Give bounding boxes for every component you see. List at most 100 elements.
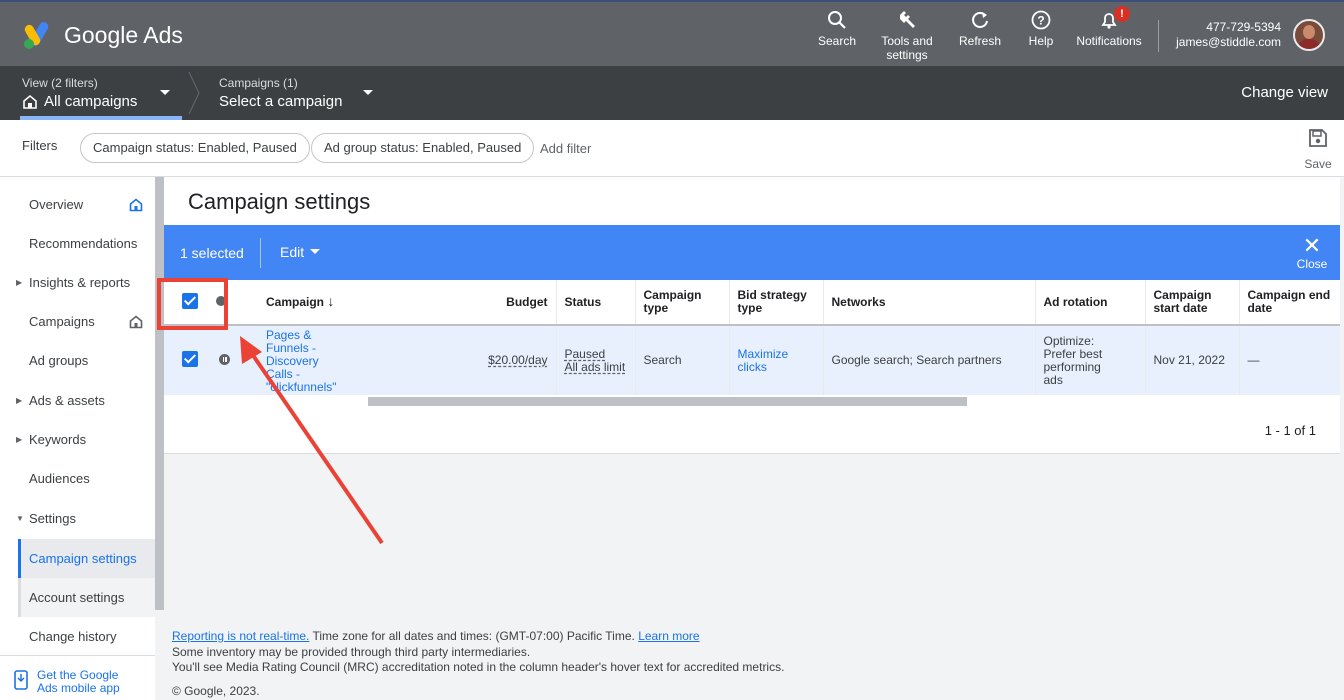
start-date-cell: Nov 21, 2022 xyxy=(1145,325,1240,395)
learn-more-link[interactable]: Learn more xyxy=(638,629,699,643)
column-header-campaign[interactable]: Campaign ↓ xyxy=(258,280,368,326)
campaign-count: Campaigns (1) xyxy=(219,76,298,90)
search-button[interactable]: Search xyxy=(812,10,862,48)
sidebar-navigation: Overview Recommendations ▶ Insights & rep… xyxy=(0,177,155,700)
bid-strategy-line-1[interactable]: Maximize xyxy=(738,347,789,361)
campaign-selector-label: Select a campaign xyxy=(219,93,343,110)
budget-value[interactable]: $20.00/day xyxy=(488,353,547,367)
sidebar-item-label: Ads & assets xyxy=(29,393,105,408)
mobile-app-line-2: Ads mobile app xyxy=(37,681,120,695)
get-mobile-app-link[interactable]: Get the Google Ads mobile app xyxy=(0,655,155,700)
footer-notes: Reporting is not real-time. Time zone fo… xyxy=(172,629,784,676)
horizontal-scrollbar[interactable] xyxy=(368,397,967,406)
annotation-arrow-icon xyxy=(240,336,384,545)
filter-chip-ad-group-status[interactable]: Ad group status: Enabled, Paused xyxy=(311,133,535,163)
column-header-bid-strategy[interactable]: Bid strategy type xyxy=(729,280,824,326)
row-select-cell[interactable] xyxy=(164,325,208,395)
sidebar-item-change-history[interactable]: Change history xyxy=(18,617,155,656)
save-label: Save xyxy=(1304,157,1332,171)
account-info[interactable]: 477-729-5394 james@stiddle.com xyxy=(1176,20,1281,50)
bid-header-2: type xyxy=(737,301,763,315)
sidebar-item-recommendations[interactable]: Recommendations xyxy=(18,224,155,263)
column-header-campaign-type[interactable]: Campaign type xyxy=(635,280,730,326)
home-icon xyxy=(23,94,37,109)
add-filter-button[interactable]: Add filter xyxy=(540,141,591,156)
bid-header-1: Bid strategy xyxy=(737,288,807,302)
mobile-app-line-1: Get the Google xyxy=(37,668,119,682)
rotation-line-1: Optimize: xyxy=(1043,333,1095,348)
refresh-icon xyxy=(972,12,988,28)
sidebar-item-label: Recommendations xyxy=(29,236,138,251)
ad-rotation-cell: Optimize: Prefer best performing ads xyxy=(1035,325,1146,395)
notification-badge: ! xyxy=(1114,6,1130,22)
status-cell[interactable]: Paused All ads limit xyxy=(556,325,636,395)
home-icon xyxy=(129,198,143,212)
header-divider xyxy=(1158,20,1159,52)
sidebar-item-campaigns[interactable]: Campaigns xyxy=(18,302,155,341)
view-dropdown-caret-icon[interactable] xyxy=(160,90,170,95)
sidebar-item-keywords[interactable]: ▶ Keywords xyxy=(16,420,155,459)
wrench-icon xyxy=(900,11,915,28)
bid-strategy-line-2[interactable]: clicks xyxy=(738,360,767,374)
reporting-link[interactable]: Reporting is not real-time. xyxy=(172,629,309,643)
google-ads-logo-icon[interactable] xyxy=(22,20,54,50)
change-view-button[interactable]: Change view xyxy=(1241,84,1328,101)
campaign-selector[interactable]: Campaigns (1) Select a campaign xyxy=(219,76,342,112)
help-button[interactable]: ? Help xyxy=(1022,10,1060,48)
search-label: Search xyxy=(817,34,857,48)
refresh-button[interactable]: Refresh xyxy=(953,10,1007,48)
sidebar-item-label: Ad groups xyxy=(29,353,89,368)
edit-label: Edit xyxy=(280,244,305,260)
save-button[interactable]: Save xyxy=(1302,128,1334,171)
column-header-end-date[interactable]: Campaign end date xyxy=(1239,280,1340,326)
sidebar-item-account-settings[interactable]: Account settings xyxy=(18,578,155,617)
tools-label-2: settings xyxy=(886,48,928,62)
notifications-label: Notifications xyxy=(1076,34,1142,48)
timezone-text: Time zone for all dates and times: (GMT-… xyxy=(309,629,639,643)
tools-label-1: Tools and xyxy=(881,34,933,48)
sidebar-item-audiences[interactable]: Audiences xyxy=(18,459,155,498)
account-email: james@stiddle.com xyxy=(1176,35,1281,49)
campaign-navigation-bar: View (2 filters) All campaigns Campaigns… xyxy=(0,66,1344,120)
edit-dropdown-button[interactable]: Edit xyxy=(280,244,321,260)
rotation-line-2: Prefer best xyxy=(1043,346,1103,361)
sidebar-item-ad-groups[interactable]: Ad groups xyxy=(18,341,155,380)
sidebar-item-campaign-settings[interactable]: Campaign settings xyxy=(18,539,155,578)
page-title: Campaign settings xyxy=(188,189,371,214)
end-header-2: date xyxy=(1247,301,1273,315)
campaign-header-label: Campaign xyxy=(266,295,325,309)
notifications-button[interactable]: ! Notifications xyxy=(1070,6,1148,48)
view-selector-label: All campaigns xyxy=(44,93,138,110)
tools-settings-button[interactable]: Tools and settings xyxy=(874,10,940,62)
sort-arrow-down-icon[interactable]: ↓ xyxy=(327,293,334,309)
view-selector[interactable]: View (2 filters) All campaigns xyxy=(22,76,137,112)
column-header-start-date[interactable]: Campaign start date xyxy=(1145,280,1240,326)
filters-label: Filters xyxy=(22,138,58,153)
close-selection-button[interactable]: ✕ Close xyxy=(1296,235,1328,272)
sidebar-item-overview[interactable]: Overview xyxy=(18,185,155,224)
status-value-1: Paused xyxy=(564,346,606,361)
column-header-status[interactable]: Status xyxy=(556,280,636,326)
column-header-budget[interactable]: Budget xyxy=(368,280,557,326)
sidebar-item-insights-reports[interactable]: ▶ Insights & reports xyxy=(16,263,155,302)
campaign-dropdown-caret-icon[interactable] xyxy=(363,90,373,95)
column-header-networks[interactable]: Networks xyxy=(823,280,1036,326)
sidebar-item-label: Campaigns xyxy=(29,314,95,329)
expand-arrow-icon: ▶ xyxy=(16,435,23,444)
avatar[interactable] xyxy=(1293,19,1325,51)
row-checkbox[interactable] xyxy=(182,351,198,367)
sidebar-item-label: Account settings xyxy=(29,590,125,605)
budget-cell[interactable]: $20.00/day xyxy=(368,325,557,395)
sidebar-item-settings[interactable]: ▼ Settings xyxy=(16,499,155,538)
bid-strategy-cell[interactable]: Maximize clicks xyxy=(729,325,824,395)
filter-chip-campaign-status[interactable]: Campaign status: Enabled, Paused xyxy=(80,133,310,163)
sidebar-scrollbar[interactable] xyxy=(155,177,164,610)
chevron-down-icon xyxy=(310,249,321,254)
column-header-ad-rotation[interactable]: Ad rotation xyxy=(1035,280,1146,326)
campaign-type-header-2: type xyxy=(643,301,669,315)
svg-text:?: ? xyxy=(1037,14,1044,28)
rotation-line-4: ads xyxy=(1043,372,1063,387)
help-icon: ? xyxy=(1031,10,1051,30)
sidebar-item-label: Settings xyxy=(29,511,76,526)
sidebar-item-ads-assets[interactable]: ▶ Ads & assets xyxy=(16,381,155,420)
